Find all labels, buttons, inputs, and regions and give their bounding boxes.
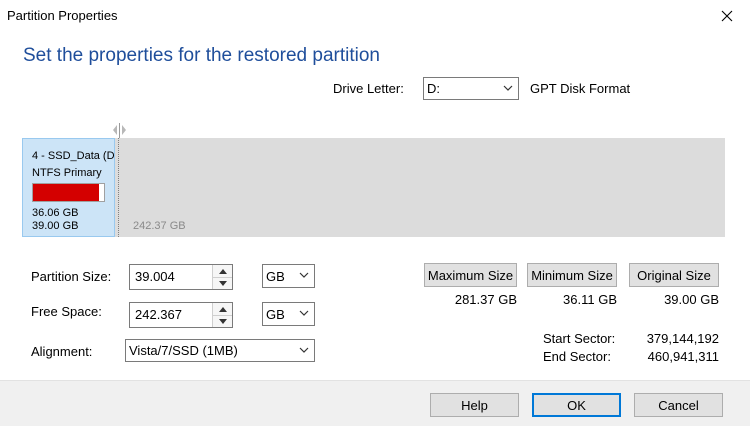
maximum-size-value: 281.37 GB bbox=[454, 292, 517, 307]
ok-button-label: OK bbox=[567, 397, 586, 413]
partition-used-size: 36.06 GB bbox=[32, 207, 79, 219]
free-space-value: 242.367 bbox=[135, 307, 182, 322]
window-title: Partition Properties bbox=[7, 8, 118, 23]
help-button-label: Help bbox=[461, 397, 488, 413]
close-button[interactable] bbox=[704, 0, 750, 31]
spin-up-icon bbox=[218, 268, 227, 274]
partition-size-unit-select[interactable]: GB bbox=[262, 264, 315, 288]
chevron-down-icon bbox=[299, 272, 309, 278]
spin-down-icon bbox=[218, 319, 227, 324]
free-space-unit-select[interactable]: GB bbox=[262, 302, 315, 326]
spin-up-icon bbox=[218, 306, 227, 312]
original-size-button[interactable]: Original Size bbox=[629, 263, 719, 287]
chevron-down-icon bbox=[503, 85, 513, 91]
disk-map: 4 - SSD_Data (D NTFS Primary 36.06 GB 39… bbox=[22, 138, 725, 237]
alignment-select[interactable]: Vista/7/SSD (1MB) bbox=[125, 339, 315, 362]
free-space-label: Free Space: bbox=[31, 304, 102, 319]
help-button[interactable]: Help bbox=[430, 393, 519, 417]
cancel-button[interactable]: Cancel bbox=[634, 393, 723, 417]
alignment-label: Alignment: bbox=[31, 344, 93, 359]
partition-size-label: Partition Size: bbox=[31, 269, 112, 284]
start-sector-label: Start Sector: bbox=[543, 331, 616, 346]
partition-size-down-button[interactable] bbox=[213, 277, 232, 289]
partition-name: 4 - SSD_Data (D bbox=[32, 150, 115, 162]
free-space-unit: GB bbox=[266, 306, 285, 322]
minimum-size-value: 36.11 GB bbox=[563, 292, 617, 307]
resize-handle-icon[interactable] bbox=[111, 122, 128, 139]
partition-boundary bbox=[118, 138, 119, 237]
end-sector-value: 460,941,311 bbox=[647, 349, 719, 364]
drive-letter-value: D: bbox=[427, 81, 440, 96]
free-space-up-button[interactable] bbox=[213, 303, 232, 315]
spin-down-icon bbox=[218, 281, 227, 286]
start-sector-value: 379,144,192 bbox=[646, 331, 719, 346]
minimum-size-label: Minimum Size bbox=[531, 267, 613, 283]
original-size-value: 39.00 GB bbox=[664, 292, 719, 307]
button-bar: Help OK Cancel bbox=[0, 380, 750, 426]
title-bar: Partition Properties bbox=[0, 0, 750, 32]
partition-size-up-button[interactable] bbox=[213, 265, 232, 277]
cancel-button-label: Cancel bbox=[658, 397, 699, 413]
minimum-size-button[interactable]: Minimum Size bbox=[527, 263, 617, 287]
unallocated-size: 242.37 GB bbox=[133, 220, 186, 232]
chevron-down-icon bbox=[299, 347, 309, 353]
drive-letter-select[interactable]: D: bbox=[423, 77, 519, 100]
partition-size-unit: GB bbox=[266, 268, 285, 284]
free-space-down-button[interactable] bbox=[213, 315, 232, 327]
maximum-size-label: Maximum Size bbox=[427, 267, 514, 283]
ok-button[interactable]: OK bbox=[532, 393, 621, 417]
usage-bar bbox=[32, 183, 105, 202]
end-sector-label: End Sector: bbox=[543, 349, 611, 364]
partition-type: NTFS Primary bbox=[32, 167, 102, 179]
free-space-input[interactable]: 242.367 bbox=[129, 302, 233, 328]
partition-size-value: 39.004 bbox=[135, 269, 175, 284]
drive-letter-label: Drive Letter: bbox=[333, 81, 404, 96]
alignment-value: Vista/7/SSD (1MB) bbox=[129, 343, 238, 358]
partition-size-input[interactable]: 39.004 bbox=[129, 264, 233, 290]
original-size-label: Original Size bbox=[637, 267, 711, 283]
partition-block[interactable]: 4 - SSD_Data (D NTFS Primary 36.06 GB 39… bbox=[22, 138, 115, 237]
close-icon bbox=[721, 10, 733, 21]
partition-total-size: 39.00 GB bbox=[32, 220, 79, 232]
page-heading: Set the properties for the restored part… bbox=[23, 45, 380, 66]
maximum-size-button[interactable]: Maximum Size bbox=[424, 263, 517, 287]
chevron-down-icon bbox=[299, 310, 309, 316]
disk-format-text: GPT Disk Format bbox=[530, 81, 631, 96]
usage-bar-fill bbox=[33, 184, 99, 201]
